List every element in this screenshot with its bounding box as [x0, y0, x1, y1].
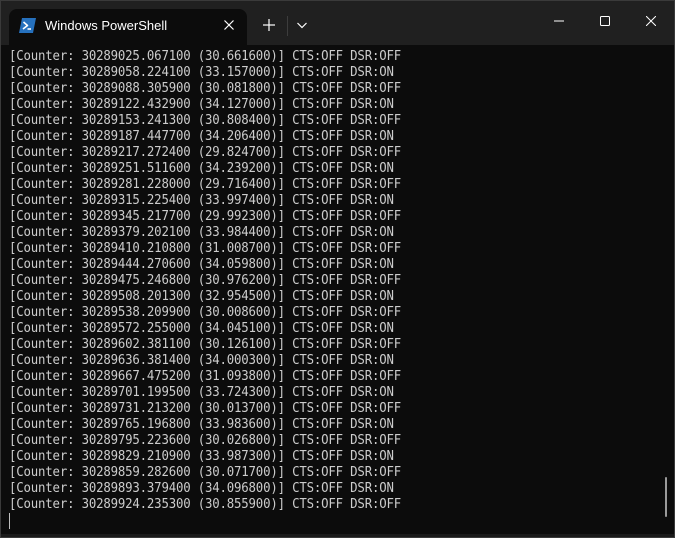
terminal-line: [Counter: 30289893.379400 (34.096800)] C…: [9, 481, 394, 496]
terminal-line: [Counter: 30289602.381100 (30.126100)] C…: [9, 337, 401, 352]
terminal-line: [Counter: 30289444.270600 (34.059800)] C…: [9, 257, 394, 272]
close-icon[interactable]: [221, 17, 237, 33]
plus-icon[interactable]: [259, 15, 279, 35]
terminal-line: [Counter: 30289795.223600 (30.026800)] C…: [9, 433, 401, 448]
text-cursor: [9, 513, 10, 529]
terminal-line: [Counter: 30289058.224100 (33.157000)] C…: [9, 65, 394, 80]
terminal-line: [Counter: 30289667.475200 (31.093800)] C…: [9, 369, 401, 384]
terminal-line: [Counter: 30289217.272400 (29.824700)] C…: [9, 145, 401, 160]
terminal-line: [Counter: 30289379.202100 (33.984400)] C…: [9, 225, 394, 240]
terminal-line: [Counter: 30289153.241300 (30.808400)] C…: [9, 113, 401, 128]
terminal-line: [Counter: 30289636.381400 (34.000300)] C…: [9, 353, 394, 368]
close-icon: [646, 16, 656, 26]
terminal-output[interactable]: [Counter: 30289025.067100 (30.661600)] C…: [9, 49, 614, 529]
terminal-line: [Counter: 30289025.067100 (30.661600)] C…: [9, 49, 401, 64]
minimize-button[interactable]: [536, 1, 582, 41]
terminal-line: [Counter: 30289765.196800 (33.983600)] C…: [9, 417, 394, 432]
terminal-line: [Counter: 30289731.213200 (30.013700)] C…: [9, 401, 401, 416]
terminal-line: [Counter: 30289251.511600 (34.239200)] C…: [9, 161, 394, 176]
terminal-line: [Counter: 30289345.217700 (29.992300)] C…: [9, 209, 401, 224]
terminal-line: [Counter: 30289315.225400 (33.997400)] C…: [9, 193, 394, 208]
terminal-line: [Counter: 30289701.199500 (33.724300)] C…: [9, 385, 394, 400]
terminal-line: [Counter: 30289122.432900 (34.127000)] C…: [9, 97, 394, 112]
tab-separator: [287, 16, 288, 36]
tab-windows-powershell[interactable]: Windows PowerShell: [9, 9, 247, 45]
terminal-line: [Counter: 30289859.282600 (30.071700)] C…: [9, 465, 401, 480]
terminal-line: [Counter: 30289508.201300 (32.954500)] C…: [9, 289, 394, 304]
close-window-button[interactable]: [628, 1, 674, 41]
terminal-line: [Counter: 30289410.210800 (31.008700)] C…: [9, 241, 401, 256]
terminal-line: [Counter: 30289281.228000 (29.716400)] C…: [9, 177, 401, 192]
tab-title: Windows PowerShell: [45, 18, 168, 33]
terminal-line: [Counter: 30289572.255000 (34.045100)] C…: [9, 321, 394, 336]
powershell-icon: [19, 18, 36, 33]
maximize-button[interactable]: [582, 1, 628, 41]
terminal-line: [Counter: 30289829.210900 (33.987300)] C…: [9, 449, 394, 464]
terminal-line: [Counter: 30289924.235300 (30.855900)] C…: [9, 497, 401, 512]
maximize-icon: [600, 16, 610, 26]
chevron-down-icon[interactable]: [293, 16, 311, 34]
terminal-line: [Counter: 30289187.447700 (34.206400)] C…: [9, 129, 394, 144]
terminal-window: Windows PowerShell [Counter: 30289025.06…: [0, 0, 675, 538]
terminal-line: [Counter: 30289475.246800 (30.976200)] C…: [9, 273, 401, 288]
minimize-icon: [554, 20, 564, 22]
terminal-line: [Counter: 30289088.305900 (30.081800)] C…: [9, 81, 401, 96]
scrollbar-thumb[interactable]: [665, 477, 667, 517]
bottom-edge: [1, 534, 674, 537]
terminal-line: [Counter: 30289538.209900 (30.008600)] C…: [9, 305, 401, 320]
title-bar[interactable]: Windows PowerShell: [1, 1, 674, 45]
prompt-line[interactable]: [9, 513, 614, 529]
